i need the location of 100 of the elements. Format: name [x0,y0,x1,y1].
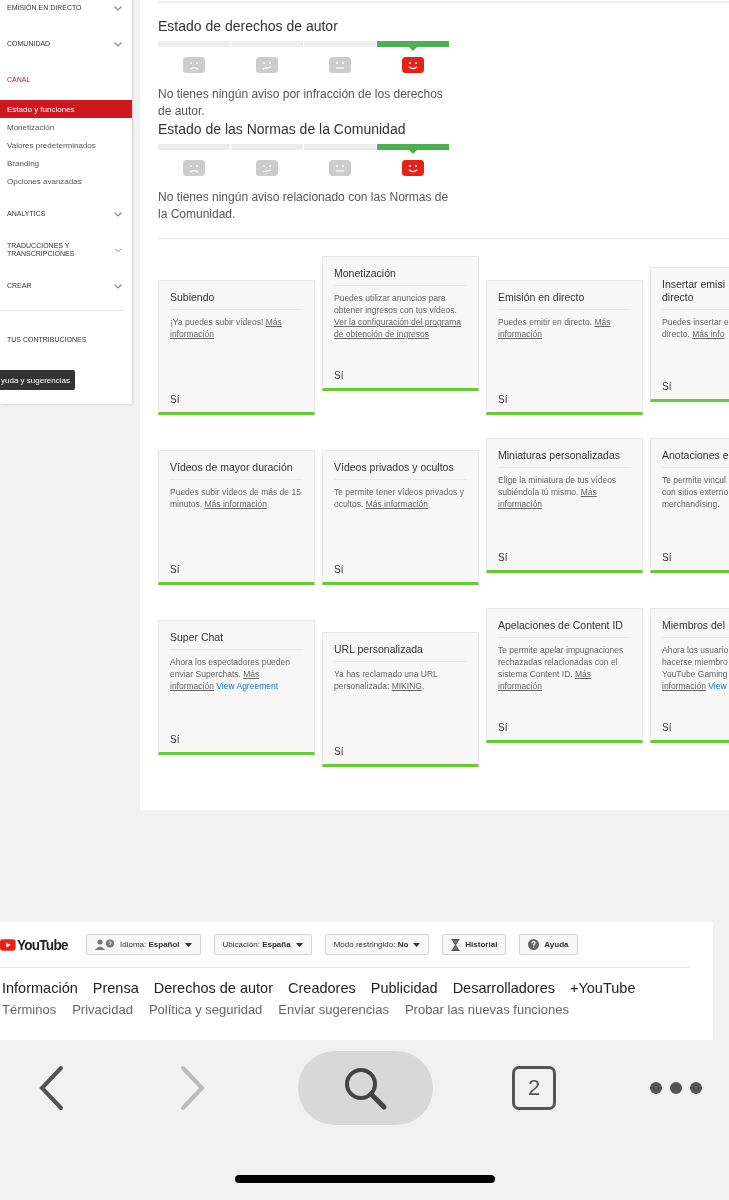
logo-wordmark: YouTube [16,936,68,953]
footer-link[interactable]: Prensa [92,980,139,997]
card-status: Sí [662,552,672,563]
help-feedback-button[interactable]: yuda y sugerencias [0,370,75,390]
card-description: Ahora los espectadores pueden enviar Superchats. Más información View Agreement [170,656,292,692]
status-message: No tienes ningún aviso por infracción de los derechos de autor. [158,86,444,120]
neutral-face-icon [329,57,351,73]
more-info-link[interactable]: Más [594,317,611,327]
agreement-link[interactable]: View [708,681,727,691]
more-info-link[interactable]: información [170,681,214,691]
card-status: Sí [334,370,344,381]
card-status: Sí [334,746,344,757]
sidebar-item[interactable]: Estado y funciones [0,100,132,118]
footer-link[interactable]: Probar las nuevas funciones [404,1002,569,1018]
footer-link[interactable]: +YouTube [570,980,636,997]
footer-button[interactable]: Idioma: Español [86,934,201,955]
happy-face-icon [402,57,424,73]
card-title: Insertar emisi directo [662,278,726,304]
more-info-link[interactable]: de obtención de ingresos [334,329,429,339]
card-description: Ya has reclamado una URL personalizada: MIKING. [334,668,439,692]
section-heading: Estado de las Normas de la Comunidad [158,120,407,138]
sidebar-item[interactable]: Valores predeterminados [0,136,132,154]
footer-button[interactable]: Ubicación: España [213,934,312,955]
pointer-marker [409,47,417,51]
card-title: Monetización [334,267,397,280]
more-info-link[interactable]: MIKING [391,681,422,691]
footer-link[interactable]: Información [2,980,78,997]
back-button[interactable] [38,1064,64,1111]
caret-icon [295,942,303,947]
sidebar-item[interactable]: Opciones avanzadas [0,172,132,190]
footer-link[interactable]: Privacidad [72,1002,133,1018]
more-info-link[interactable]: Más [580,487,597,497]
more-info-link[interactable]: información [662,681,706,691]
sidebar-item[interactable]: Monetización [0,118,132,136]
card-description: ¡Ya puedes subir vídeos! Más información [170,316,283,340]
tabs-button[interactable]: 2 [512,1065,556,1110]
caret-icon [184,942,192,947]
more-info-link[interactable]: Más información [365,499,428,509]
card-description: Elige la miniatura de tus vídeos subiéndola tú mismo. Más información [498,474,618,510]
more-info-link[interactable]: información [170,329,214,339]
card-description: Puedes insertar e directo. Más info [662,316,729,340]
youtube-logo[interactable]: YouTube [0,936,73,953]
more-info-link[interactable]: Ver la configuración del programa [334,317,462,327]
more-info-link[interactable]: Más [265,317,282,327]
more-button[interactable] [649,1081,702,1094]
more-info-link[interactable]: información [498,681,542,691]
card-status: Sí [334,564,344,575]
caret-icon [413,942,421,947]
card-description: Te permite vincul con sitios externo merchandising. [662,474,729,510]
sidebar-item[interactable]: Branding [0,154,132,172]
more-info-link[interactable]: Más info [692,329,725,339]
footer-button[interactable]: Historial [442,934,507,955]
section-heading: Estado de derechos de autor [158,17,339,35]
chevron-down-icon [114,283,122,289]
card-status: Sí [498,394,508,405]
card-title: URL personalizada [334,643,424,656]
card-title: Vídeos de mayor duración [170,461,294,474]
card-status: Sí [662,722,672,733]
footer-link[interactable]: Política y seguridad [148,1002,263,1018]
card-title: Miniaturas personalizadas [498,449,621,462]
more-info-link[interactable]: información [498,499,542,509]
happy-face-icon [402,160,424,176]
agreement-link[interactable]: View Agreement [216,681,279,691]
card-description: Puedes subir vídeos de más de 15 minutos. Más información [170,486,302,510]
more-info-link[interactable]: Más información [204,499,267,509]
card-title: Vídeos privados y ocultos [334,461,455,474]
card-status: Sí [662,381,672,392]
card-status: Sí [498,722,508,733]
unsure-face-icon [256,57,278,73]
card-description: Te permite apelar impugnaciones rechazadas relacionadas con el sistema Content ID. Más información [498,644,625,692]
card-title: Subiendo [170,291,216,304]
card-description: Ahora los usuario hacerse miembro YouTube Gaming información View [662,644,729,692]
more-info-link[interactable]: Más [243,669,260,679]
card-description: Te permite tener vídeos privados y ocultos. Más información [334,486,465,510]
footer-button[interactable]: Ayuda [519,934,578,955]
footer-link[interactable]: Publicidad [370,980,438,997]
unsure-face-icon [256,160,278,176]
more-info-link[interactable]: Más [575,669,592,679]
card-status: Sí [498,552,508,563]
footer-link[interactable]: Derechos de autor [153,980,273,997]
footer-link[interactable]: Enviar sugerencias [278,1002,389,1018]
card-title: Apelaciones de Content ID [498,619,624,632]
people-icon [95,939,115,950]
sad-face-icon [183,160,205,176]
footer-link[interactable]: Desarrolladores [452,980,555,997]
status-message: No tienes ningún aviso relacionado con las Normas de la Comunidad. [158,189,450,223]
chevron-down-icon [114,5,122,11]
chevron-down-icon [114,211,122,217]
pointer-marker [409,150,417,154]
card-title: Emisión en directo [498,291,586,304]
more-info-link[interactable]: información [498,329,542,339]
card-title: Miembros del [662,619,727,632]
card-description: Puedes utilizar anuncios para obtener ingresos con tus vídeos. Ver la configuración del programa de obtención de ingresos [334,292,463,340]
card-status: Sí [170,734,180,745]
neutral-face-icon [329,160,351,176]
sad-face-icon [183,57,205,73]
chevron-down-icon [114,41,122,47]
footer-link[interactable]: Creadores [288,980,356,997]
footer-button[interactable]: Modo restringido: No [324,934,430,955]
footer-link[interactable]: Términos [2,1002,57,1018]
